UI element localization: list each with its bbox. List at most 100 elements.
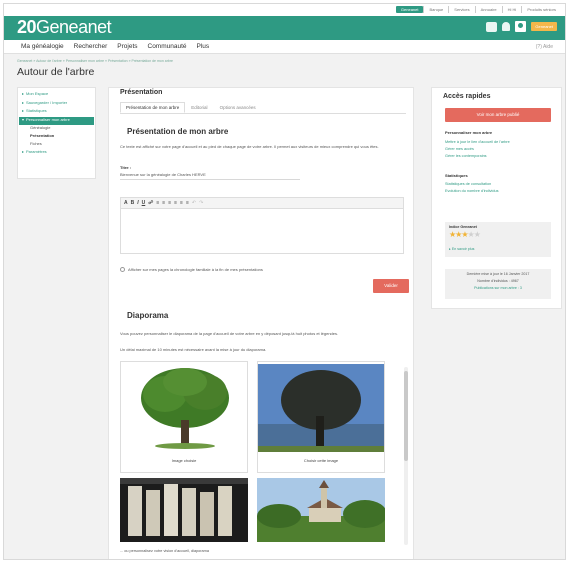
quick-access-heading-statistiques: Statistiques: [445, 173, 468, 178]
chronology-checkbox[interactable]: [120, 267, 125, 272]
align-left-icon[interactable]: ≡: [156, 200, 159, 206]
rating-box: Indice Geneanet ★★★★★ ▸ En savoir plus: [445, 222, 551, 257]
gallery-item-1[interactable]: Image choisie: [120, 361, 248, 473]
main-panel: Présentation Présentation de mon arbre E…: [108, 87, 414, 559]
underline-button[interactable]: U: [142, 200, 146, 206]
link-icon[interactable]: ☍: [148, 200, 153, 206]
rich-text-editor[interactable]: A B I U ☍ ≡ ≡ ≡ ≡ ≡ ≡ ↶ ↷: [120, 197, 404, 254]
archive-boxes-image: [120, 478, 248, 542]
sidebar-item-sauvegarder[interactable]: Sauvegarder / Importer: [22, 100, 91, 109]
tab-bar: Présentation de mon arbre Editorial Opti…: [120, 102, 262, 113]
sidebar-sub-fiches[interactable]: Fiches: [22, 141, 91, 149]
individuals-count: Nombre d'individus : 4967: [477, 279, 519, 283]
diaporama-description: Vous pouvez personnaliser le diaporama d…: [120, 331, 339, 336]
oak-tree-image: [121, 364, 247, 452]
top-link-5[interactable]: Hi Hi: [501, 6, 522, 13]
page-title: Autour de l'arbre: [17, 66, 95, 78]
geneanet-logo[interactable]: 20Geneanet: [17, 17, 112, 38]
quick-link-acces[interactable]: Gérer mes accès: [445, 147, 474, 151]
gallery-scrollbar-thumb[interactable]: [404, 371, 408, 461]
bell-icon[interactable]: [502, 22, 511, 31]
nav-plus[interactable]: Plus: [197, 43, 210, 50]
numbered-list-icon[interactable]: ≡: [186, 200, 189, 206]
top-link-banque[interactable]: Banque: [423, 6, 448, 13]
gallery-caption-2: Choisir cette image: [303, 458, 339, 463]
sidebar-sub-genealogie[interactable]: Généalogie: [22, 125, 91, 133]
save-button[interactable]: Valider: [373, 279, 409, 293]
gallery-item-2[interactable]: Choisir cette image: [257, 361, 385, 473]
top-link-annuaire[interactable]: Annuaire: [474, 6, 502, 13]
breadcrumb[interactable]: Geneanet » Autour de l'arbre » Personnal…: [17, 59, 173, 63]
panel-heading: Présentation: [120, 89, 163, 96]
premium-badge[interactable]: Geneanet: [531, 22, 557, 31]
diaporama-note: Un délai maximal de 10 minutes est néces…: [120, 347, 267, 352]
nav-communaute[interactable]: Communauté: [148, 43, 187, 50]
gallery-item-4[interactable]: [257, 478, 387, 542]
nav-rechercher[interactable]: Rechercher: [74, 43, 108, 50]
village-church-image: [257, 478, 387, 542]
quick-link-evolution[interactable]: Evolution du nombre d'individus: [445, 189, 499, 193]
font-color-button[interactable]: A: [124, 200, 128, 206]
sidebar: Mon Espace Sauvegarder / Importer Statis…: [17, 87, 96, 179]
top-link-produits[interactable]: Produits séniors: [521, 6, 561, 13]
quick-link-contemporains[interactable]: Gérer les contemporains: [445, 154, 487, 158]
main-nav: Ma généalogie Rechercher Projets Communa…: [4, 40, 565, 54]
publications-link[interactable]: Publications sur mon arbre : 3: [445, 286, 551, 290]
align-right-icon[interactable]: ≡: [168, 200, 171, 206]
rating-stars: ★★★★★: [449, 230, 481, 239]
quick-access-heading-personnaliser: Personnaliser mon arbre: [445, 130, 493, 135]
view-published-tree-button[interactable]: Voir mon arbre publié: [445, 108, 551, 122]
undo-icon[interactable]: ↶: [192, 200, 196, 206]
gallery-caption-1: Image choisie: [171, 458, 197, 463]
gallery-footer: ... ou personnalisez votre vision d'accu…: [120, 549, 209, 553]
tabs-divider: [120, 113, 406, 114]
nav-projets[interactable]: Projets: [117, 43, 137, 50]
triangle-icon: [22, 118, 24, 121]
tab-options[interactable]: Options avancées: [214, 102, 262, 113]
diaporama-gallery: Image choisie Choisir cette image: [120, 361, 410, 558]
rating-more-link[interactable]: ▸ En savoir plus: [449, 247, 474, 251]
sidebar-item-parametres[interactable]: Paramètres: [22, 149, 91, 158]
quick-link-accueil[interactable]: Mettre à jour le lien d'accueil de l'arb…: [445, 140, 510, 144]
tab-presentation[interactable]: Présentation de mon arbre: [120, 102, 186, 113]
user-avatar-icon[interactable]: [515, 21, 527, 32]
site-header: 20Geneanet Geneanet: [4, 16, 565, 40]
tab-editorial[interactable]: Editorial: [185, 102, 213, 113]
sidebar-item-statistiques[interactable]: Statistiques: [22, 108, 91, 117]
triangle-icon: [22, 110, 24, 112]
editor-toolbar: A B I U ☍ ≡ ≡ ≡ ≡ ≡ ≡ ↶ ↷: [121, 198, 403, 209]
star-empty-icon: ★: [473, 230, 481, 239]
align-justify-icon[interactable]: ≡: [174, 200, 177, 206]
triangle-icon: [22, 93, 24, 95]
bold-button[interactable]: B: [131, 200, 135, 206]
triangle-icon: [22, 151, 24, 153]
align-center-icon[interactable]: ≡: [162, 200, 165, 206]
mail-icon[interactable]: [486, 21, 498, 32]
rating-label: Indice Geneanet: [449, 225, 477, 229]
list-icon[interactable]: ≡: [180, 200, 183, 206]
page: Geneanet Banque Services Annuaire Hi Hi …: [3, 3, 566, 560]
italic-button[interactable]: I: [137, 200, 138, 206]
gallery-scrollbar[interactable]: [404, 367, 408, 545]
update-date: Dernière mise à jour le 16 Janvier 2017: [466, 272, 530, 276]
quick-access-title: Accès rapides: [443, 93, 491, 100]
top-link-services[interactable]: Services: [448, 6, 474, 13]
sidebar-sub-presentation[interactable]: Présentation: [22, 133, 91, 141]
update-box: Dernière mise à jour le 16 Janvier 2017 …: [445, 269, 551, 299]
nav-ma-genealogie[interactable]: Ma généalogie: [21, 43, 64, 50]
top-link-geneanet[interactable]: Geneanet: [395, 6, 424, 13]
redo-icon[interactable]: ↷: [199, 200, 203, 206]
quick-link-consultation[interactable]: Statistiques de consultation: [445, 182, 491, 186]
gallery-item-3[interactable]: [120, 478, 248, 552]
triangle-icon: [22, 101, 24, 104]
title-input[interactable]: Bienvenue sur la généalogie de Charles H…: [120, 170, 300, 180]
chronology-checkbox-label: Afficher sur mes pages la chronologie fa…: [128, 267, 263, 272]
help-link[interactable]: (?) Aide: [536, 44, 553, 50]
presentation-description: Ce texte est affiché sur votre page d'ac…: [120, 144, 379, 149]
top-strip: Geneanet Banque Services Annuaire Hi Hi …: [4, 4, 565, 16]
section-title-presentation: Présentation de mon arbre: [127, 127, 229, 136]
chronology-checkbox-row[interactable]: Afficher sur mes pages la chronologie fa…: [120, 267, 263, 272]
bare-tree-image: [258, 364, 384, 452]
sidebar-item-mon-espace[interactable]: Mon Espace: [22, 91, 91, 100]
sidebar-item-personnaliser[interactable]: Personnaliser mon arbre: [19, 116, 94, 125]
